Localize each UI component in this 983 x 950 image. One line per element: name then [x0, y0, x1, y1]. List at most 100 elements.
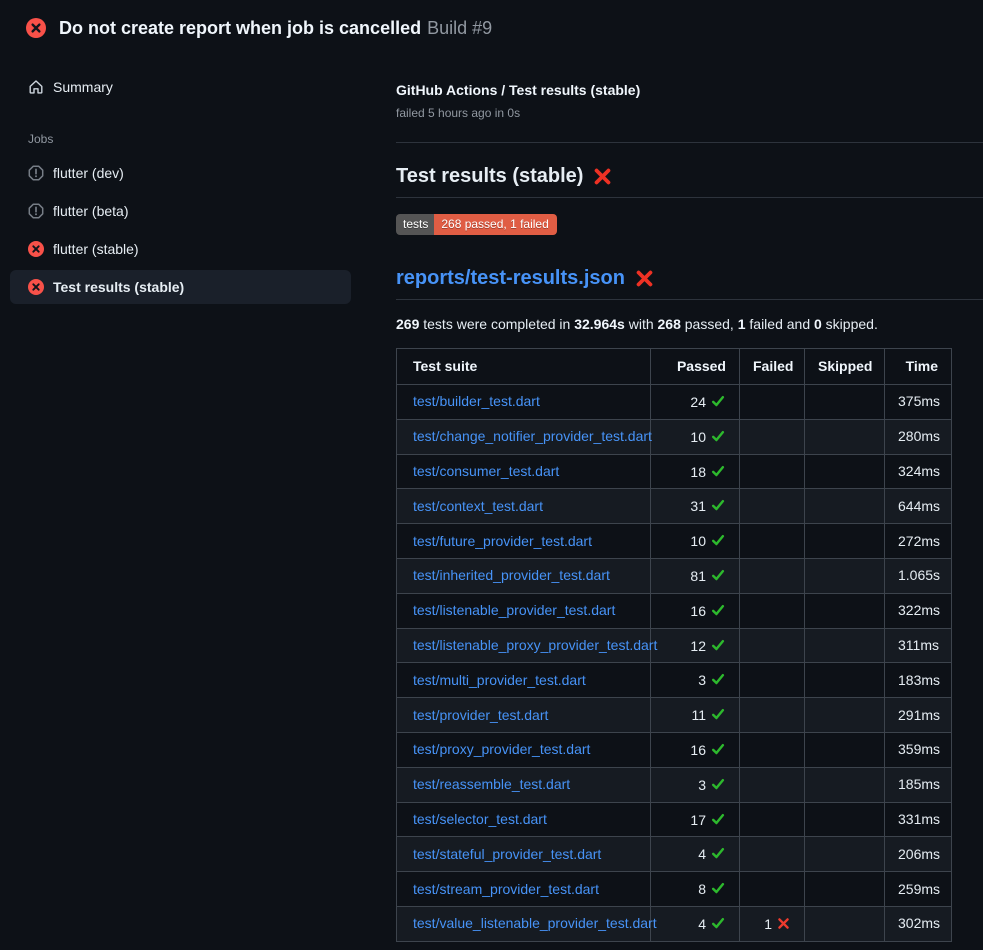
passed-cell: 12	[651, 628, 740, 663]
jobs-section-label: Jobs	[28, 132, 351, 146]
time-cell: 322ms	[885, 593, 952, 628]
passed-cell: 24	[651, 385, 740, 420]
test-suite-link[interactable]: test/reassemble_test.dart	[413, 776, 570, 792]
test-suite-link[interactable]: test/builder_test.dart	[413, 393, 540, 409]
run-title: Do not create report when job is cancell…	[59, 18, 421, 38]
table-row: test/listenable_provider_test.dart16322m…	[397, 593, 952, 628]
table-row: test/proxy_provider_test.dart16359ms	[397, 732, 952, 767]
test-suite-cell: test/reassemble_test.dart	[397, 767, 651, 802]
column-header-passed: Passed	[651, 349, 740, 385]
test-suite-cell: test/future_provider_test.dart	[397, 524, 651, 559]
table-row: test/provider_test.dart 11 291ms	[397, 698, 952, 733]
sidebar-item-flutter-beta[interactable]: flutter (beta)	[10, 194, 351, 228]
skipped-cell	[805, 593, 885, 628]
skipped-count: 0	[814, 316, 822, 332]
column-header-time: Time	[885, 349, 952, 385]
table-row: test/inherited_provider_test.dart811.065…	[397, 558, 952, 593]
check-icon	[711, 638, 725, 652]
sidebar-item-summary[interactable]: Summary	[10, 70, 351, 104]
table-row: test/selector_test.dart17331ms	[397, 802, 952, 837]
failed-cell	[740, 698, 805, 733]
test-suite-link[interactable]: test/stream_provider_test.dart	[413, 881, 599, 897]
failed-cell	[740, 489, 805, 524]
skipped-cell	[805, 558, 885, 593]
test-suite-link[interactable]: test/future_provider_test.dart	[413, 533, 592, 549]
time-cell: 375ms	[885, 385, 952, 420]
test-suite-cell: test/listenable_proxy_provider_test.dart	[397, 628, 651, 663]
time-cell: 311ms	[885, 628, 952, 663]
sidebar-item-label: Summary	[53, 79, 113, 95]
cancelled-icon	[28, 165, 44, 181]
test-suite-link[interactable]: test/selector_test.dart	[413, 811, 547, 827]
test-suite-cell: test/stream_provider_test.dart	[397, 872, 651, 907]
skipped-cell	[805, 802, 885, 837]
run-header: Do not create report when job is cancell…	[0, 0, 983, 56]
sidebar-item-flutter-dev[interactable]: flutter (dev)	[10, 156, 351, 190]
test-suite-cell: test/selector_test.dart	[397, 802, 651, 837]
time-cell: 302ms	[885, 906, 952, 941]
check-icon	[711, 812, 725, 826]
test-suite-link[interactable]: test/change_notifier_provider_test.dart	[413, 428, 652, 444]
table-row: test/change_notifier_provider_test.dart1…	[397, 419, 952, 454]
table-row: test/future_provider_test.dart10272ms	[397, 524, 952, 559]
check-icon	[711, 707, 725, 721]
failed-cell	[740, 419, 805, 454]
passed-cell: 11	[651, 698, 740, 733]
sidebar-item-label: flutter (dev)	[53, 165, 124, 181]
test-results-table: Test suite Passed Failed Skipped Time te…	[396, 348, 952, 942]
check-icon	[711, 672, 725, 686]
failed-cell	[740, 593, 805, 628]
test-suite-cell: test/proxy_provider_test.dart	[397, 732, 651, 767]
failed-count: 1	[738, 316, 746, 332]
passed-count: 268	[658, 316, 681, 332]
test-suite-cell: test/context_test.dart	[397, 489, 651, 524]
home-icon	[28, 79, 44, 95]
sidebar-item-test-results-stable[interactable]: Test results (stable)	[10, 270, 351, 304]
failed-cell	[740, 802, 805, 837]
check-icon	[711, 742, 725, 756]
column-header-failed: Failed	[740, 349, 805, 385]
test-suite-cell: test/value_listenable_provider_test.dart	[397, 906, 651, 941]
failed-cell	[740, 872, 805, 907]
x-icon	[777, 917, 790, 930]
passed-cell: 81	[651, 558, 740, 593]
results-summary: 269 tests were completed in 32.964s with…	[396, 316, 983, 332]
test-suite-link[interactable]: test/value_listenable_provider_test.dart	[413, 915, 657, 931]
test-suite-link[interactable]: test/listenable_provider_test.dart	[413, 602, 615, 618]
test-suite-link[interactable]: test/provider_test.dart	[413, 707, 548, 723]
table-row: test/builder_test.dart 24 375ms	[397, 385, 952, 420]
check-icon	[711, 429, 725, 443]
failed-cell	[740, 385, 805, 420]
failed-cell	[740, 628, 805, 663]
test-suite-link[interactable]: test/proxy_provider_test.dart	[413, 741, 590, 757]
badge-value: 268 passed, 1 failed	[434, 214, 556, 235]
report-link[interactable]: reports/test-results.json	[396, 265, 625, 291]
duration: 32.964s	[574, 316, 625, 332]
test-suite-cell: test/provider_test.dart	[397, 698, 651, 733]
check-icon	[711, 881, 725, 895]
passed-cell: 16	[651, 732, 740, 767]
total-count: 269	[396, 316, 419, 332]
passed-cell: 8	[651, 872, 740, 907]
test-suite-link[interactable]: test/inherited_provider_test.dart	[413, 567, 610, 583]
table-row: test/context_test.dart31644ms	[397, 489, 952, 524]
test-suite-cell: test/stateful_provider_test.dart	[397, 837, 651, 872]
test-suite-link[interactable]: test/listenable_proxy_provider_test.dart	[413, 637, 657, 653]
column-header-skipped: Skipped	[805, 349, 885, 385]
test-suite-link[interactable]: test/multi_provider_test.dart	[413, 672, 586, 688]
check-icon	[711, 394, 725, 408]
test-suite-link[interactable]: test/consumer_test.dart	[413, 463, 559, 479]
test-suite-link[interactable]: test/stateful_provider_test.dart	[413, 846, 601, 862]
check-icon	[711, 533, 725, 547]
time-cell: 324ms	[885, 454, 952, 489]
skipped-cell	[805, 872, 885, 907]
test-table-body: test/builder_test.dart24375mstest/change…	[397, 385, 952, 942]
build-number: Build #9	[427, 18, 492, 38]
time-cell: 183ms	[885, 663, 952, 698]
passed-cell: 4	[651, 906, 740, 941]
time-cell: 291ms	[885, 698, 952, 733]
sidebar-item-flutter-stable[interactable]: flutter (stable)	[10, 232, 351, 266]
time-cell: 206ms	[885, 837, 952, 872]
check-icon	[711, 464, 725, 478]
test-suite-link[interactable]: test/context_test.dart	[413, 498, 543, 514]
